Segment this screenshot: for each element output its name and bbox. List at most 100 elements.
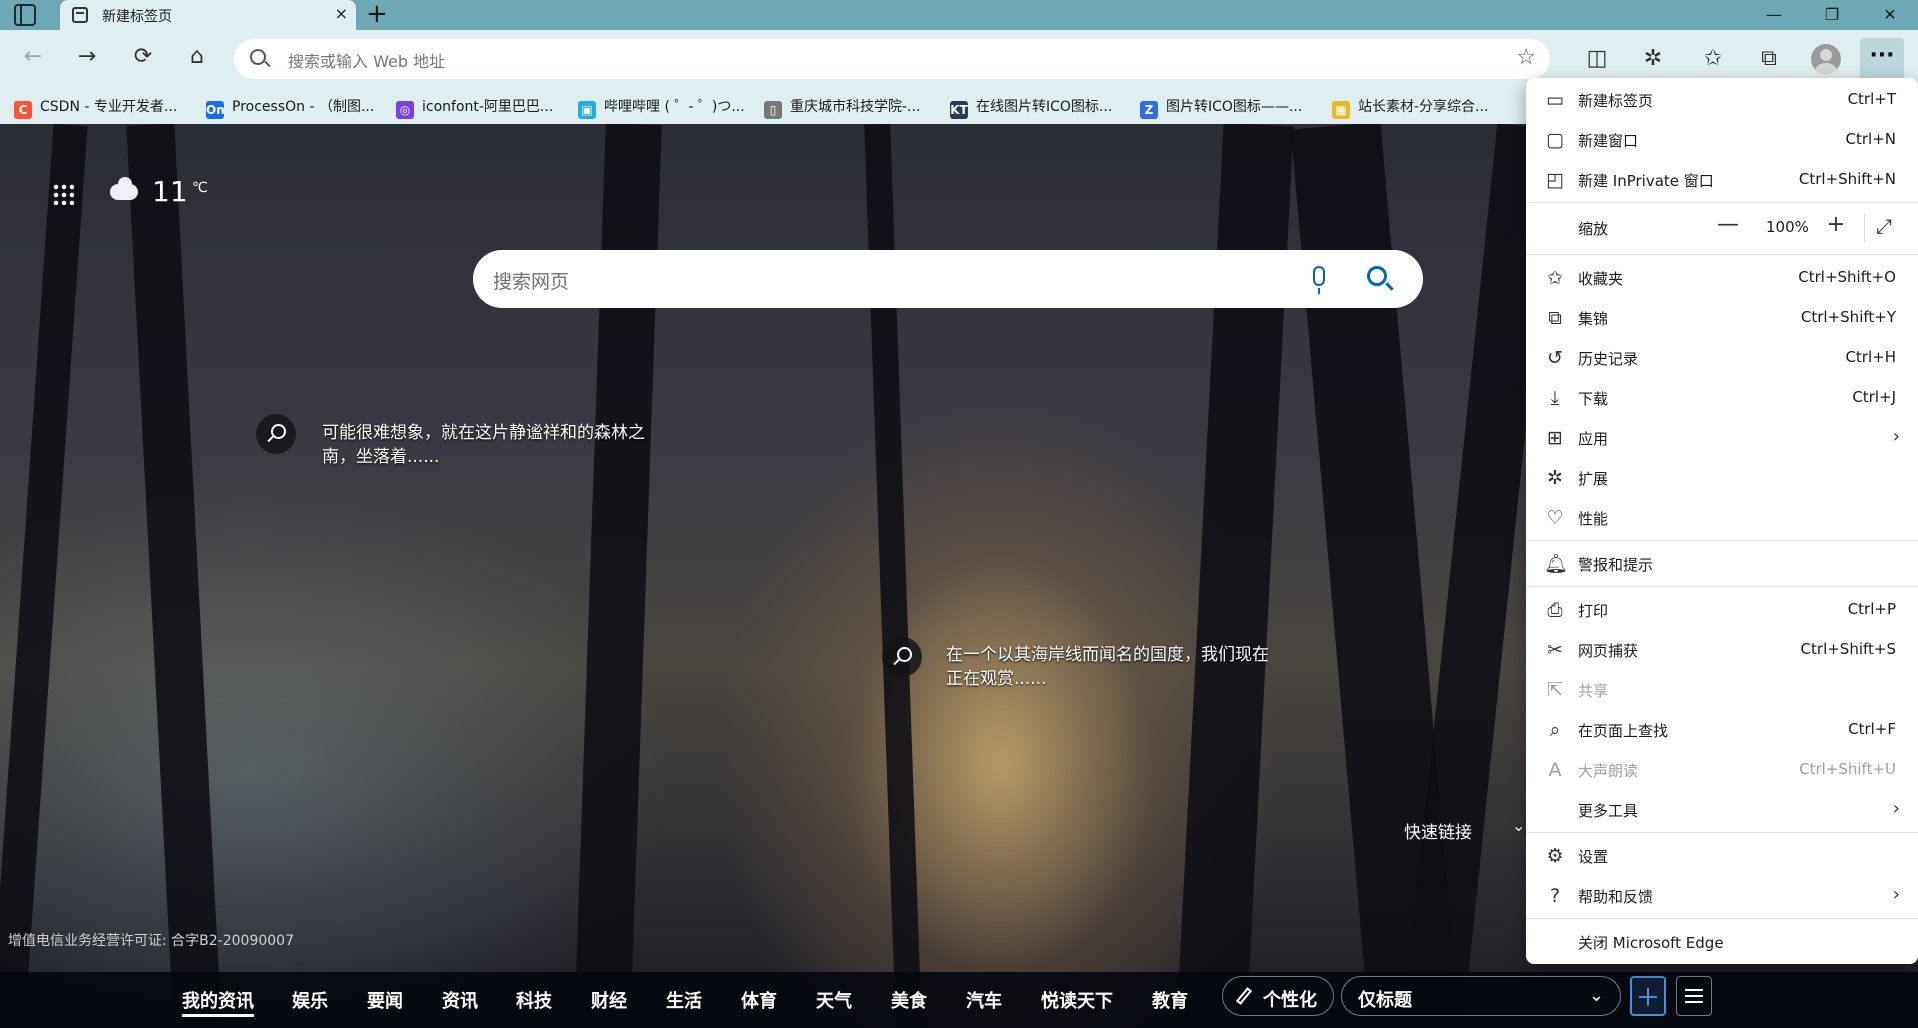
news-tab[interactable]: 体育 [741, 987, 777, 1013]
back-button[interactable]: ← [18, 44, 48, 69]
news-tab[interactable]: 资讯 [442, 987, 478, 1013]
menu-shortcut: Ctrl+F [1848, 720, 1896, 738]
menu-shortcut: Ctrl+Shift+S [1800, 640, 1896, 658]
hotspot-caption[interactable]: 可能很难想象，就在这片静谧祥和的森林之南，坐落着...... [322, 421, 652, 469]
quick-links-toggle[interactable]: 快速链接 [1404, 818, 1472, 843]
news-tab[interactable]: 天气 [816, 987, 852, 1013]
tab-new-tab[interactable]: 新建标签页 × [60, 0, 356, 30]
menu-print[interactable]: ⎙ 打印 Ctrl+P [1526, 590, 1918, 630]
menu-label: 网页捕获 [1578, 642, 1639, 660]
menu-extensions[interactable]: ✲ 扩展 [1526, 458, 1918, 498]
menu-more-tools[interactable]: 更多工具 › [1526, 790, 1918, 830]
personalize-button[interactable]: 个性化 [1222, 976, 1334, 1016]
cloud-icon[interactable] [110, 177, 138, 200]
tab-close-button[interactable]: × [335, 4, 348, 23]
chevron-down-icon[interactable]: ⌄ [1512, 816, 1525, 835]
bookmark-item[interactable]: ◎ iconfont-阿里巴巴... [396, 96, 553, 119]
menu-downloads[interactable]: ⤓ 下载 Ctrl+J [1526, 378, 1918, 418]
menu-web-capture[interactable]: ✂ 网页捕获 Ctrl+Shift+S [1526, 630, 1918, 670]
bookmark-item[interactable]: ▯ 重庆城市科技学院-... [764, 96, 921, 119]
menu-favorites[interactable]: ✩ 收藏夹 Ctrl+Shift+O [1526, 258, 1918, 298]
hotspot-caption[interactable]: 在一个以其海岸线而闻名的国度，我们现在正在观赏...... [946, 643, 1276, 691]
bookmark-label: 重庆城市科技学院-... [790, 99, 921, 115]
favorites-icon: ✩ [1547, 267, 1563, 289]
forward-button[interactable]: → [72, 44, 102, 69]
microphone-icon[interactable] [1313, 266, 1325, 294]
menu-find-on-page[interactable]: ⌕ 在页面上查找 Ctrl+F [1526, 710, 1918, 750]
zoom-out-button[interactable]: — [1712, 212, 1744, 237]
web-search-box[interactable]: 搜索网页 [473, 250, 1423, 308]
home-button[interactable]: ⌂ [182, 44, 212, 69]
close-window-button[interactable]: ✕ [1862, 0, 1918, 30]
bookmark-item[interactable]: Z 图片转ICO图标——... [1140, 96, 1302, 119]
find-icon: ⌕ [1549, 719, 1561, 741]
immersive-reader-icon[interactable]: ◫ [1580, 42, 1614, 76]
news-tab[interactable]: 生活 [666, 987, 702, 1013]
settings-and-more-button[interactable]: ··· [1860, 38, 1904, 80]
bookmark-item[interactable]: KT 在线图片转ICO图标... [950, 96, 1112, 119]
news-tab[interactable]: 教育 [1152, 987, 1188, 1013]
news-tab[interactable]: 美食 [891, 987, 927, 1013]
menu-read-aloud[interactable]: A 大声朗读 Ctrl+Shift+U [1526, 750, 1918, 790]
address-bar[interactable]: 搜索或输入 Web 地址 ☆ [234, 39, 1550, 79]
news-tab[interactable]: 悦读天下 [1041, 987, 1113, 1013]
tab-actions-menu-icon[interactable] [14, 4, 36, 26]
minimize-button[interactable]: — [1746, 0, 1802, 30]
bookmark-favicon-icon: KT [950, 101, 968, 119]
bookmark-label: ProcessOn - （制图... [232, 99, 375, 115]
menu-settings[interactable]: ⚙ 设置 [1526, 836, 1918, 876]
menu-new-tab[interactable]: ▭ 新建标签页 Ctrl+T [1526, 80, 1918, 120]
fullscreen-icon[interactable]: ⤢ [1876, 214, 1892, 238]
profile-avatar[interactable] [1811, 44, 1841, 74]
restore-button[interactable]: ❐ [1804, 0, 1860, 30]
apps-icon: ⊞ [1547, 427, 1563, 449]
title-bar: 新建标签页 × + — ❐ ✕ [0, 0, 1918, 30]
bookmark-item[interactable]: C CSDN - 专业开发者... [14, 96, 177, 119]
new-tab-icon: ▭ [1546, 89, 1564, 111]
chevron-down-icon: ⌄ [1588, 985, 1604, 1006]
collections-icon[interactable]: ⧉ [1752, 42, 1786, 76]
menu-new-window[interactable]: ▢ 新建窗口 Ctrl+N [1526, 120, 1918, 160]
menu-shortcut: Ctrl+Shift+Y [1800, 308, 1896, 326]
menu-alerts-and-tips[interactable]: 🔔︎ 警报和提示 [1526, 544, 1918, 584]
bookmark-favicon-icon: On [206, 101, 225, 119]
menu-new-inprivate-window[interactable]: ◰ 新建 InPrivate 窗口 Ctrl+Shift+N [1526, 160, 1918, 200]
app-launcher-icon[interactable] [52, 183, 74, 205]
search-icon[interactable] [1367, 266, 1387, 286]
menu-collections[interactable]: ⧉ 集锦 Ctrl+Shift+Y [1526, 298, 1918, 338]
temperature[interactable]: 11 [152, 175, 188, 208]
heart-pulse-icon: ♡ [1546, 507, 1564, 529]
refresh-button[interactable]: ⟳ [128, 44, 158, 69]
news-tab[interactable]: 科技 [516, 987, 552, 1013]
favorites-icon[interactable]: ✩ [1696, 42, 1730, 76]
bookmark-favicon-icon: ▣ [578, 101, 596, 119]
new-tab-page-icon [72, 7, 88, 23]
zoom-in-button[interactable]: + [1820, 212, 1852, 237]
bookmark-item[interactable]: ▦ 站长素材-分享综合... [1332, 96, 1489, 119]
menu-history[interactable]: ↺ 历史记录 Ctrl+H [1526, 338, 1918, 378]
news-tab[interactable]: 要闻 [367, 987, 403, 1013]
bookmark-label: 站长素材-分享综合... [1358, 99, 1489, 115]
menu-performance[interactable]: ♡ 性能 [1526, 498, 1918, 538]
menu-apps[interactable]: ⊞ 应用 › [1526, 418, 1918, 458]
bookmark-item[interactable]: ▣ 哔哩哔哩 ( ゜- ゜)つ... [578, 96, 745, 119]
select-value: 仅标题 [1358, 990, 1412, 1011]
news-tab[interactable]: 财经 [591, 987, 627, 1013]
menu-share[interactable]: ⇱ 共享 [1526, 670, 1918, 710]
image-hotspot-icon[interactable] [882, 637, 922, 677]
menu-divider [1526, 202, 1918, 203]
list-layout-button[interactable] [1676, 976, 1712, 1016]
news-feed-bar: 我的资讯 娱乐 要闻 资讯 科技 财经 生活 体育 天气 美食 汽车 悦读天下 教育 个性化 仅标题 ⌄ [0, 972, 1918, 1028]
grid-layout-button[interactable] [1630, 976, 1666, 1016]
news-tab[interactable]: 汽车 [966, 987, 1002, 1013]
new-tab-button[interactable]: + [366, 1, 388, 27]
news-tab[interactable]: 我的资讯 [182, 987, 254, 1017]
menu-close-edge[interactable]: 关闭 Microsoft Edge [1526, 922, 1918, 962]
add-favorite-icon[interactable]: ☆ [1516, 45, 1536, 70]
news-tab[interactable]: 娱乐 [292, 987, 328, 1013]
content-visibility-select[interactable]: 仅标题 ⌄ [1341, 976, 1621, 1016]
extensions-icon[interactable]: ✲ [1636, 42, 1670, 76]
menu-help-and-feedback[interactable]: ? 帮助和反馈 › [1526, 876, 1918, 916]
image-hotspot-icon[interactable] [256, 414, 296, 454]
bookmark-item[interactable]: On ProcessOn - （制图... [206, 96, 375, 119]
